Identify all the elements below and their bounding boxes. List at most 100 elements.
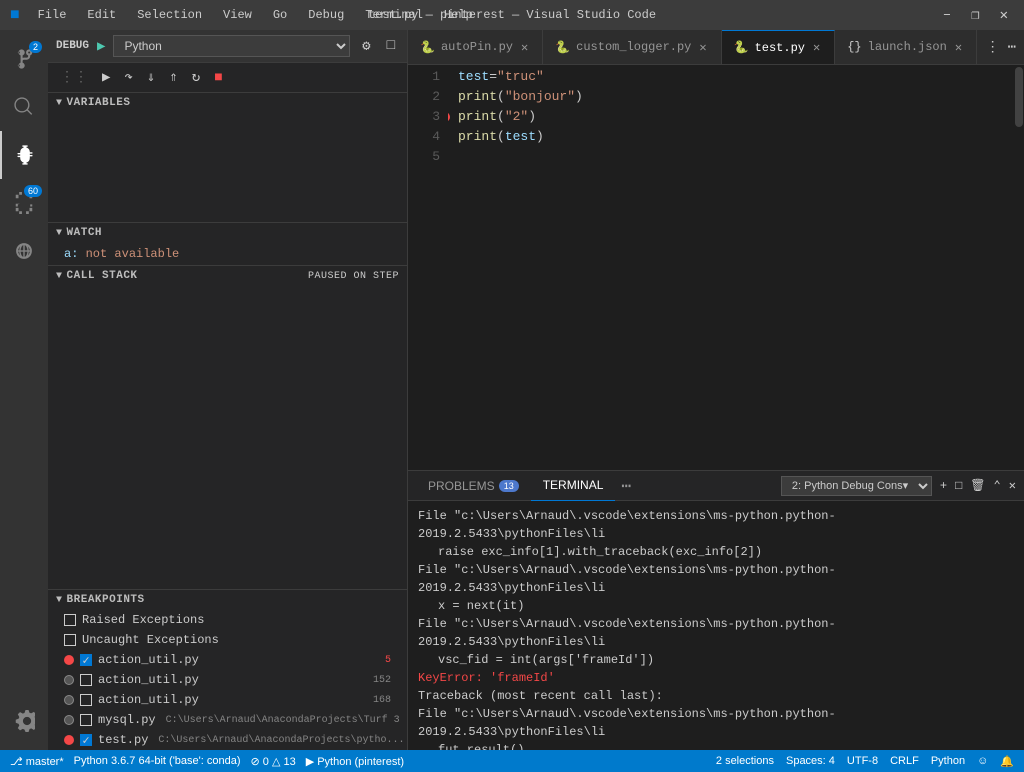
activity-item-settings[interactable]	[0, 697, 48, 745]
menu-go[interactable]: Go	[265, 6, 295, 24]
tab-autopin[interactable]: 🐍 autoPin.py ✕	[408, 30, 543, 65]
title-bar: ■ File Edit Selection View Go Debug Term…	[0, 0, 1024, 30]
activity-item-debug[interactable]	[0, 131, 48, 179]
tab-launch-close[interactable]: ✕	[953, 40, 964, 55]
tab-launch-json[interactable]: {} launch.json ✕	[835, 30, 977, 65]
watch-item-value: not available	[86, 247, 180, 261]
activity-item-search[interactable]	[0, 83, 48, 131]
split-editor-icon[interactable]: ⋮	[986, 39, 1000, 56]
toolbar-stepover-button[interactable]: ↷	[120, 67, 136, 88]
tab-custom-logger[interactable]: 🐍 custom_logger.py ✕	[543, 30, 721, 65]
bell-icon[interactable]: 🔔	[1000, 755, 1014, 768]
breakpoints-header[interactable]: ▼ BREAKPOINTS	[48, 590, 407, 610]
debug-play-button[interactable]: ▶	[97, 38, 105, 55]
terminal-more-icon[interactable]: ⋯	[615, 476, 637, 496]
watch-item-name: a	[64, 247, 71, 261]
breakpoints-arrow-icon: ▼	[56, 595, 63, 606]
terminal-content[interactable]: File "c:\Users\Arnaud\.vscode\extensions…	[408, 501, 1024, 750]
breakpoint-checkbox-5[interactable]: ✓	[80, 734, 92, 746]
git-branch-item[interactable]: ⎇ master*	[10, 755, 64, 768]
terminal-line-1: File "c:\Users\Arnaud\.vscode\extensions…	[418, 507, 1014, 543]
activity-item-remote[interactable]	[0, 227, 48, 275]
debug-toolbar: ⋮⋮ ▶ ↷ ⇓ ⇑ ↻ ■	[48, 63, 407, 93]
watch-header[interactable]: ▼ WATCH	[48, 223, 407, 243]
toolbar-continue-button[interactable]: ▶	[98, 67, 114, 88]
variables-header[interactable]: ▼ VARIABLES	[48, 93, 407, 113]
breakpoint-checkbox-3[interactable]	[80, 694, 92, 706]
code-line-5	[458, 147, 1014, 167]
maximize-button[interactable]: ❐	[965, 5, 985, 26]
language-item[interactable]: Python	[931, 755, 965, 767]
watch-title: WATCH	[67, 227, 103, 239]
variables-content	[48, 113, 407, 117]
menu-debug[interactable]: Debug	[300, 6, 352, 24]
smiley-icon[interactable]: ☺	[977, 755, 988, 767]
tab-test-label: test.py	[755, 41, 805, 55]
minimize-button[interactable]: –	[937, 5, 957, 25]
activity-item-source-control[interactable]: 2	[0, 35, 48, 83]
breakpoints-title: BREAKPOINTS	[67, 594, 145, 606]
tab-problems[interactable]: PROBLEMS 13	[416, 471, 531, 501]
main-layout: 2 60 DEBUG ▶ Python ⚙ □	[0, 30, 1024, 750]
debug-status-item[interactable]: ▶ Python (pinterest)	[306, 755, 404, 768]
spaces-item[interactable]: Spaces: 4	[786, 755, 835, 767]
debug-more-icon[interactable]: □	[383, 36, 399, 56]
close-terminal-icon[interactable]: ✕	[1009, 478, 1016, 493]
breakpoint-filename-5: test.py	[98, 733, 148, 747]
menu-view[interactable]: View	[215, 6, 260, 24]
breakpoint-dot-gray-3	[64, 715, 74, 725]
toolbar-stop-button[interactable]: ■	[210, 68, 226, 88]
line-ending-item[interactable]: CRLF	[890, 755, 919, 767]
editor-scrollbar[interactable]	[1014, 65, 1024, 470]
uncaught-exceptions-checkbox[interactable]	[64, 634, 76, 646]
delete-terminal-icon[interactable]: 🗑	[970, 478, 985, 493]
encoding-item[interactable]: UTF-8	[847, 755, 878, 767]
code-area[interactable]: test = "truc" print("bonjour") print("2"…	[448, 65, 1024, 470]
variables-title: VARIABLES	[67, 97, 131, 109]
menu-selection[interactable]: Selection	[129, 6, 210, 24]
breakpoint-checkbox-1[interactable]: ✓	[80, 654, 92, 666]
breakpoint-checkbox-4[interactable]	[80, 714, 92, 726]
breakpoint-dot-gray-1	[64, 675, 74, 685]
more-tabs-icon[interactable]: ⋯	[1008, 39, 1016, 56]
terminal-line-6: vsc_fid = int(args['frameId'])	[418, 651, 1014, 669]
terminal-actions: 2: Python Debug Cons▾ + □ 🗑 ⌃ ✕	[781, 476, 1016, 496]
debug-settings-icon[interactable]: ⚙	[358, 36, 374, 57]
tab-terminal[interactable]: TERMINAL	[531, 471, 616, 501]
tab-launch-label: launch.json	[868, 40, 947, 54]
code-editor[interactable]: 1 2 3 4 5 test = "truc" print("bonjour")	[408, 65, 1024, 470]
new-terminal-icon[interactable]: +	[940, 479, 947, 493]
breakpoint-filename-2: action_util.py	[98, 673, 199, 687]
tab-logger-icon: 🐍	[555, 40, 570, 55]
python-version-item[interactable]: Python 3.6.7 64-bit ('base': conda)	[74, 755, 241, 767]
status-bar-right: 2 selections Spaces: 4 UTF-8 CRLF Python…	[716, 755, 1014, 768]
breakpoint-checkbox-2[interactable]	[80, 674, 92, 686]
tab-test-close[interactable]: ✕	[811, 40, 822, 55]
raised-exceptions-checkbox[interactable]	[64, 614, 76, 626]
tab-test-py[interactable]: 🐍 test.py ✕	[722, 30, 836, 65]
status-bar: ⎇ master* Python 3.6.7 64-bit ('base': c…	[0, 750, 1024, 772]
toolbar-stepout-button[interactable]: ⇑	[165, 67, 181, 88]
toolbar-stepinto-button[interactable]: ⇓	[143, 67, 159, 88]
menu-file[interactable]: File	[30, 6, 75, 24]
status-bar-left: ⎇ master* Python 3.6.7 64-bit ('base': c…	[10, 755, 404, 768]
toolbar-restart-button[interactable]: ↻	[188, 67, 204, 88]
window-controls: – ❐ ✕	[937, 5, 1014, 26]
debug-config-select[interactable]: Python	[113, 35, 350, 57]
tab-autopin-close[interactable]: ✕	[519, 40, 530, 55]
errors-warnings-item[interactable]: ⊘ 0 △ 13	[251, 755, 296, 768]
terminal-session-select[interactable]: 2: Python Debug Cons▾	[781, 476, 932, 496]
close-button[interactable]: ✕	[994, 5, 1014, 26]
selections-item[interactable]: 2 selections	[716, 755, 774, 767]
callstack-section: ▼ CALL STACK PAUSED ON STEP	[48, 266, 407, 590]
menu-edit[interactable]: Edit	[79, 6, 124, 24]
source-control-badge: 2	[29, 41, 42, 53]
tab-launch-icon: {}	[847, 40, 861, 54]
callstack-header[interactable]: ▼ CALL STACK PAUSED ON STEP	[48, 266, 407, 286]
split-terminal-icon[interactable]: □	[955, 479, 962, 493]
tab-logger-close[interactable]: ✕	[697, 40, 708, 55]
activity-item-extensions[interactable]: 60	[0, 179, 48, 227]
editor-area: 🐍 autoPin.py ✕ 🐍 custom_logger.py ✕ 🐍 te…	[408, 30, 1024, 750]
maximize-terminal-icon[interactable]: ⌃	[994, 478, 1001, 493]
breakpoint-filename-3: action_util.py	[98, 693, 199, 707]
